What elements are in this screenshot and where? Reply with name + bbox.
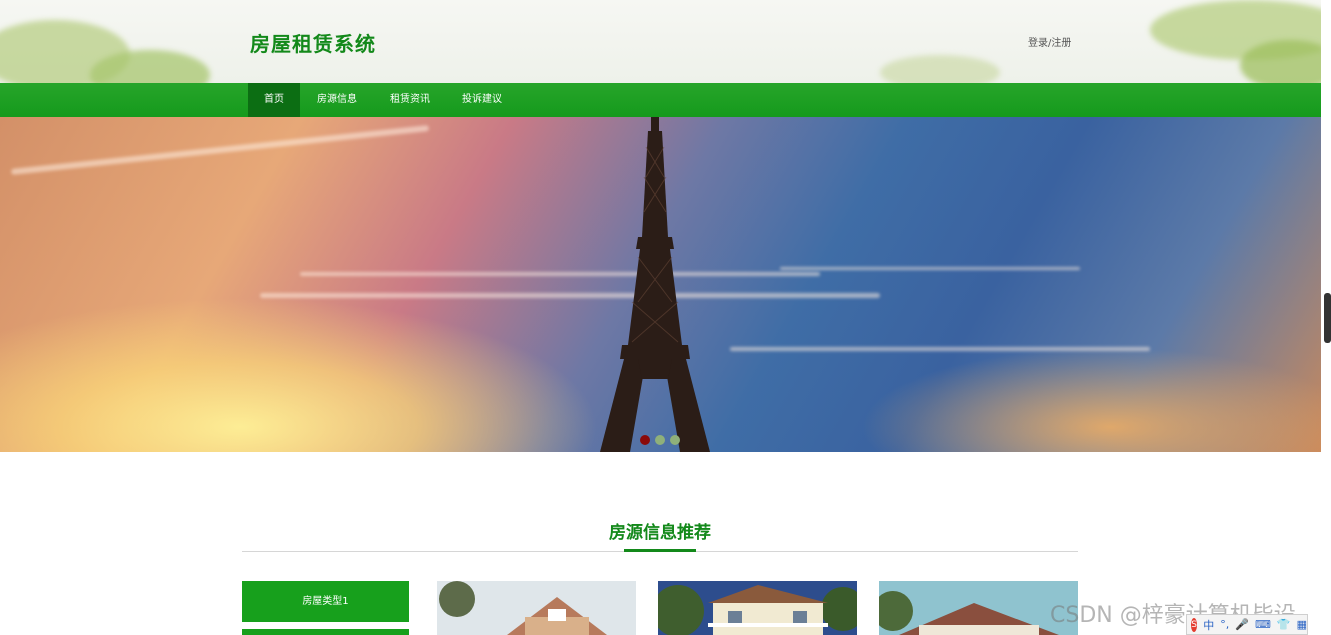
banner-carousel[interactable] <box>0 117 1321 452</box>
house-photo <box>658 581 857 635</box>
carousel-dot[interactable] <box>655 435 665 445</box>
page-scrollbar[interactable] <box>1324 293 1331 343</box>
shirt-icon[interactable]: 👕 <box>1277 618 1291 631</box>
house-card-image[interactable] <box>658 581 857 635</box>
nav-item-feedback[interactable]: 投诉建议 <box>452 83 512 117</box>
sogou-logo-icon: S <box>1191 617 1198 632</box>
banner-horizon-glow <box>860 347 1321 452</box>
banner-cloud-streak <box>300 272 820 276</box>
house-card-image[interactable] <box>437 581 636 635</box>
section-title: 房源信息推荐 <box>609 523 711 543</box>
house-type-tab[interactable] <box>242 629 409 635</box>
house-type-tab[interactable]: 房屋类型1 <box>242 581 409 622</box>
eiffel-tower-image <box>600 117 710 452</box>
site-header: 房屋租赁系统 登录/注册 <box>0 0 1321 83</box>
house-card-image[interactable] <box>879 581 1078 635</box>
keyboard-icon[interactable]: ⌨ <box>1255 618 1271 631</box>
ime-punctuation-icon[interactable]: °, <box>1220 618 1229 631</box>
nav-item-rental-news[interactable]: 租赁资讯 <box>380 83 440 117</box>
header-foliage-mid <box>880 55 1000 83</box>
main-nav: 首页 房源信息 租赁资讯 投诉建议 <box>0 83 1321 117</box>
house-photo <box>879 581 1078 635</box>
carousel-dot[interactable] <box>640 435 650 445</box>
site-title: 房屋租赁系统 <box>250 32 376 56</box>
microphone-icon[interactable]: 🎤 <box>1235 618 1249 631</box>
carousel-indicators <box>640 435 680 445</box>
grid-icon[interactable]: ▦ <box>1297 618 1307 631</box>
nav-item-listings[interactable]: 房源信息 <box>307 83 367 117</box>
banner-cloud-streak <box>10 125 430 175</box>
ime-language-label[interactable]: 中 <box>1203 617 1214 633</box>
ime-toolbar[interactable]: S 中 °, 🎤 ⌨ 👕 ▦ <box>1186 614 1308 635</box>
banner-cloud-streak <box>260 293 880 298</box>
page: 房屋租赁系统 登录/注册 首页 房源信息 租赁资讯 投诉建议 房源信息推荐 房屋… <box>0 0 1331 635</box>
carousel-dot[interactable] <box>670 435 680 445</box>
house-photo <box>437 581 636 635</box>
banner-sun-glow <box>0 297 600 452</box>
nav-item-home[interactable]: 首页 <box>248 83 300 117</box>
login-register-link[interactable]: 登录/注册 <box>1028 34 1071 49</box>
section-title-underline <box>624 549 696 552</box>
banner-cloud-streak <box>730 347 1150 351</box>
banner-cloud-streak <box>780 267 1080 270</box>
